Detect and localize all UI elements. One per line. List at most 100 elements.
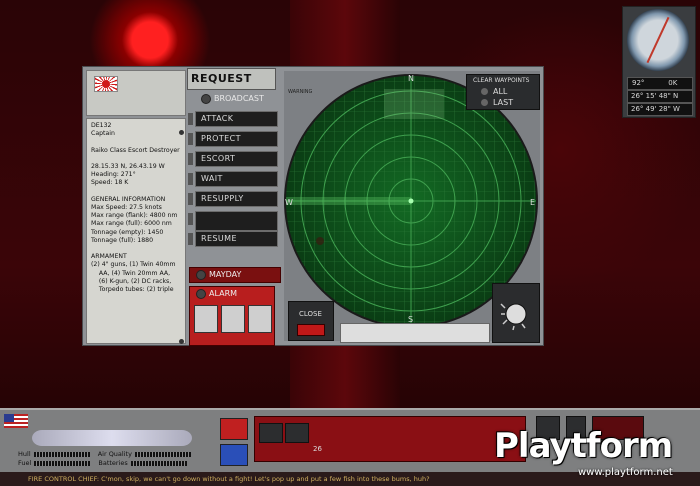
alarm-label: ALARM [209, 289, 238, 298]
speed-dial-icon[interactable] [492, 283, 540, 343]
flag-box [86, 70, 186, 116]
ship-info-box: DE132 Captain Raiko Class Escort Destroye… [86, 118, 186, 344]
ship-info-line: ARMAMENT [91, 253, 127, 261]
mayday-button[interactable]: MAYDAY [189, 267, 281, 283]
last-option[interactable]: LAST [493, 98, 513, 107]
ship-info-line: Max range (full): 6000 nm [91, 220, 172, 228]
alarm-gauge-icon[interactable] [248, 305, 272, 333]
ship-info-line: DE132 [91, 122, 112, 129]
bolt [179, 339, 184, 344]
button-rail [188, 213, 193, 225]
ship-info-line: Heading: 271° [91, 171, 136, 179]
last-radio-icon[interactable] [481, 99, 488, 106]
hud-red-button[interactable] [220, 418, 248, 440]
button-rail [188, 193, 193, 205]
alarm-led-icon [196, 288, 206, 299]
us-flag-icon [4, 414, 28, 428]
alarm-panel: ALARM [189, 286, 275, 346]
blank-command-button[interactable] [195, 211, 278, 231]
close-box: CLOSE [288, 301, 334, 341]
depth-readout: 26 [313, 445, 322, 453]
hull-label: Hull [18, 450, 31, 458]
background-pipe [290, 346, 400, 408]
resume-button[interactable]: RESUME [195, 231, 278, 247]
clear-waypoints-box: CLEAR WAYPOINTS ALL LAST [466, 74, 540, 110]
alarm-button[interactable]: ALARM [190, 287, 274, 301]
ship-info-line: Torpedo tubes: (2) triple [91, 286, 174, 294]
watermark-logo: Playtform [494, 426, 673, 466]
all-option[interactable]: ALL [493, 87, 507, 96]
air-quality-label: Air Quality [97, 450, 132, 458]
alarm-gauge-icon[interactable] [221, 305, 245, 333]
heading-value: 92° [632, 79, 645, 87]
west-label: W [285, 198, 293, 207]
button-rail [188, 233, 193, 245]
ship-info-line: Speed: 18 K [91, 179, 129, 187]
ship-info-line: Max range (flank): 4800 nm [91, 212, 178, 220]
ship-info-line: (2) 4" guns, (1) Twin 40mm [91, 261, 176, 269]
mayday-led-icon [196, 269, 206, 280]
hud-toggle-button[interactable] [285, 423, 309, 443]
contact-display: 26 [254, 416, 526, 462]
watermark-url: www.playtform.net [578, 467, 673, 478]
request-title: REQUEST [187, 68, 276, 90]
latitude-readout: 26° 15' 48" N [627, 90, 693, 103]
fuel-bar [34, 460, 91, 466]
ship-info-line: (6) K-gun, (2) DC racks, [91, 277, 172, 285]
resupply-button[interactable]: RESUPPLY [195, 191, 278, 207]
broadcast-toggle[interactable]: BROADCAST [201, 93, 267, 105]
ship-info-line: Captain [91, 130, 115, 138]
alarm-gauge-icon[interactable] [194, 305, 218, 333]
broadcast-led-icon [201, 93, 211, 104]
east-label: E [530, 198, 535, 207]
hud-blue-button[interactable] [220, 444, 248, 466]
protect-button[interactable]: PROTECT [195, 131, 278, 147]
ship-info-line: 28.15.33 N, 26.43.19 W [91, 163, 165, 171]
ship-info-line [91, 155, 181, 163]
close-button[interactable] [297, 324, 325, 336]
button-rail [188, 113, 193, 125]
button-rail [188, 153, 193, 165]
all-radio-icon[interactable] [481, 88, 488, 95]
background-pipe [290, 0, 400, 66]
clear-waypoints-label: CLEAR WAYPOINTS [473, 77, 530, 84]
escort-button[interactable]: ESCORT [195, 151, 278, 167]
button-rail [188, 133, 193, 145]
batteries-bar [130, 460, 187, 466]
wait-button[interactable]: WAIT [195, 171, 278, 187]
ship-command-panel: DE132 Captain Raiko Class Escort Destroye… [82, 66, 544, 346]
message-bar [340, 323, 490, 343]
compass-panel: 92° 0K 26° 15' 48" N 26° 49' 28" W [622, 6, 696, 118]
button-rail [188, 173, 193, 185]
ship-info-line: AA, (4) Twin 20mm AA, [91, 269, 171, 277]
watermark: Playtform www.playtform.net [494, 426, 700, 484]
fuel-label: Fuel [18, 459, 32, 467]
ship-info-line: Raiko Class Escort Destroyer [91, 146, 180, 154]
batteries-label: Batteries [98, 459, 128, 467]
japanese-flag-icon [94, 76, 118, 92]
radar-panel: N S E W WARNING CLEAR WAYPOINTS ALL LAST… [284, 71, 540, 343]
bolt [179, 130, 184, 135]
hull-bar [33, 451, 90, 457]
ship-info-line: Tonnage (empty): 1450 [91, 228, 164, 236]
warning-label: WARNING [288, 89, 313, 95]
status-bars: Hull Air Quality Fuel Batteries [18, 450, 191, 468]
heading-readout: 92° 0K [627, 77, 693, 90]
heading-suffix: 0K [668, 79, 678, 87]
ship-info-line [91, 245, 181, 253]
longitude-readout: 26° 49' 28" W [627, 103, 693, 116]
submarine-silhouette [32, 430, 192, 446]
broadcast-label: BROADCAST [214, 94, 264, 103]
ship-info-line [91, 138, 181, 146]
ship-info-line: Max Speed: 27.5 knots [91, 204, 162, 212]
ship-info-text: DE132 Captain Raiko Class Escort Destroye… [87, 119, 185, 297]
attack-button[interactable]: ATTACK [195, 111, 278, 127]
mayday-label: MAYDAY [209, 270, 242, 279]
air-quality-bar [134, 451, 191, 457]
ship-info-line: Tonnage (full): 1880 [91, 236, 154, 244]
ship-info-line [91, 188, 181, 196]
hud-toggle-button[interactable] [259, 423, 283, 443]
north-label: N [408, 74, 414, 83]
close-label: CLOSE [299, 310, 322, 318]
ship-info-line: GENERAL INFORMATION [91, 195, 166, 203]
